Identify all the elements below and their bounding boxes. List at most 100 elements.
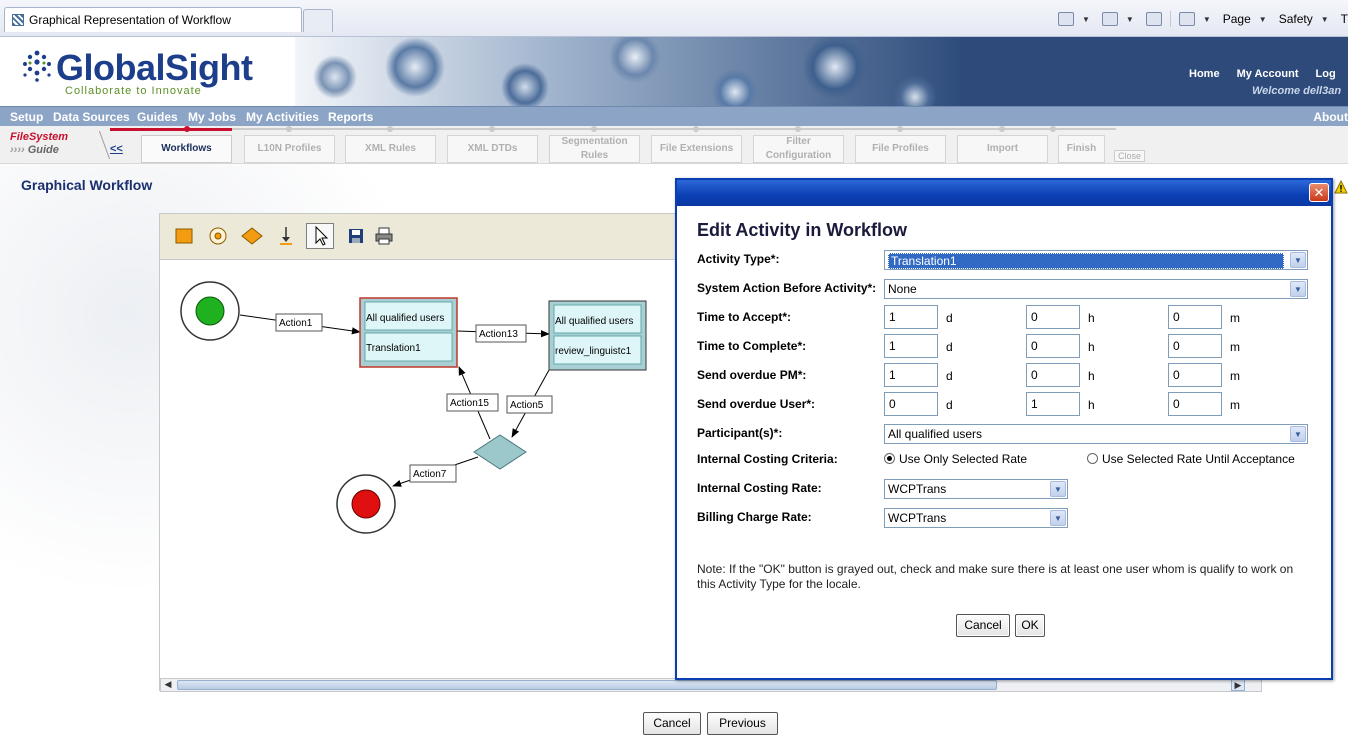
logo-tagline: Collaborate to Innovate (65, 85, 202, 97)
unit-days: d (946, 369, 953, 383)
radio-selected-label: Use Only Selected Rate (899, 452, 1028, 466)
overdue-pm-days-input[interactable]: 1 (884, 363, 938, 387)
unit-hours: h (1088, 340, 1095, 354)
edge-label-action1[interactable]: Action1 (279, 318, 313, 329)
logout-link[interactable]: Log (1316, 68, 1336, 80)
nav-reports[interactable]: Reports (328, 110, 373, 124)
edge-label-action5[interactable]: Action5 (510, 400, 544, 411)
scroll-thumb[interactable] (177, 680, 997, 690)
nav-setup[interactable]: Setup (10, 110, 43, 124)
overdue-user-hours-input[interactable]: 1 (1026, 392, 1080, 416)
time-to-complete-hours-input[interactable]: 0 (1026, 334, 1080, 358)
overdue-pm-minutes-input[interactable]: 0 (1168, 363, 1222, 387)
guide-step-filter-configuration[interactable]: Filter Configuration (753, 135, 844, 163)
chevron-down-icon[interactable]: ▼ (1290, 426, 1306, 442)
page-menu[interactable]: Page (1223, 12, 1251, 26)
guide-close-button[interactable]: Close (1114, 150, 1146, 162)
time-to-accept-days-input[interactable]: 1 (884, 305, 938, 329)
home-dropdown-icon[interactable]: ▼ (1082, 15, 1090, 24)
dialog-title: Edit Activity in Workflow (697, 220, 908, 240)
guide-step-workflows[interactable]: Workflows (141, 135, 232, 163)
system-action-select[interactable]: None ▼ (884, 279, 1308, 299)
home-icon[interactable] (1057, 12, 1074, 26)
radio-unselected-icon[interactable] (1087, 453, 1098, 464)
page-cancel-button[interactable]: Cancel (643, 712, 701, 735)
guide-step-xml-rules[interactable]: XML Rules (345, 135, 436, 163)
dialog-close-button[interactable]: ✕ (1309, 183, 1329, 202)
time-to-accept-hours-input[interactable]: 0 (1026, 305, 1080, 329)
workflow-canvas[interactable]: All qualified users Translation1 All qua… (160, 260, 678, 678)
participants-select[interactable]: All qualified users ▼ (884, 424, 1308, 444)
guide-step-segmentation-rules[interactable]: Segmentation Rules (549, 135, 640, 163)
nav-data-sources[interactable]: Data Sources (53, 110, 130, 124)
overdue-user-days-input[interactable]: 0 (884, 392, 938, 416)
dialog-ok-button[interactable]: OK (1015, 614, 1045, 637)
exit-node-tool[interactable] (272, 223, 300, 249)
chevron-down-icon[interactable]: ▼ (1050, 481, 1066, 497)
decision-node-tool[interactable] (238, 223, 266, 249)
nav-my-jobs[interactable]: My Jobs (188, 110, 236, 124)
pointer-tool[interactable] (306, 223, 334, 249)
time-to-accept-minutes-input[interactable]: 0 (1168, 305, 1222, 329)
workflow-horizontal-scrollbar[interactable]: ◀ ▶ (160, 678, 1262, 692)
app-header: GlobalSight Collaborate to Innovate Home… (0, 37, 1348, 106)
guide-step-file-profiles[interactable]: File Profiles (855, 135, 946, 163)
radio-selected-icon[interactable] (884, 453, 895, 464)
tools-menu[interactable]: T (1341, 12, 1348, 26)
chevron-down-icon[interactable]: ▼ (1050, 510, 1066, 526)
nav-my-activities[interactable]: My Activities (246, 110, 319, 124)
browser-tab-title: Graphical Representation of Workflow (29, 13, 231, 27)
edge-label-action7[interactable]: Action7 (413, 469, 447, 480)
billing-rate-select[interactable]: WCPTrans ▼ (884, 508, 1068, 528)
workflow-editor: All qualified users Translation1 All qua… (159, 213, 1262, 692)
condition-node-tool[interactable] (204, 223, 232, 249)
unit-hours: h (1088, 369, 1095, 383)
costing-rate-select[interactable]: WCPTrans ▼ (884, 479, 1068, 499)
dialog-cancel-button[interactable]: Cancel (956, 614, 1010, 637)
nav-about[interactable]: About (1313, 110, 1348, 124)
feeds-dropdown-icon[interactable]: ▼ (1126, 15, 1134, 24)
page-previous-button[interactable]: Previous (707, 712, 778, 735)
edge-label-action13[interactable]: Action13 (479, 329, 518, 340)
chevron-down-icon[interactable]: ▼ (1290, 252, 1306, 268)
browser-tab[interactable]: Graphical Representation of Workflow (4, 7, 302, 32)
guide-step-xml-dtds[interactable]: XML DTDs (447, 135, 538, 163)
radio-use-rate-until-acceptance[interactable]: Use Selected Rate Until Acceptance (1087, 452, 1295, 466)
overdue-pm-hours-input[interactable]: 0 (1026, 363, 1080, 387)
guide-step-file-extensions[interactable]: File Extensions (651, 135, 742, 163)
home-link[interactable]: Home (1189, 68, 1220, 80)
page-dropdown-icon[interactable]: ▼ (1259, 15, 1267, 24)
new-tab-button[interactable] (303, 9, 333, 32)
save-tool[interactable] (342, 223, 370, 249)
chevron-down-icon[interactable]: ▼ (1290, 281, 1306, 297)
activity1-name-text: Translation1 (366, 343, 421, 354)
overdue-user-label: Send overdue User*: (697, 397, 816, 411)
scroll-left-icon[interactable]: ◀ (161, 679, 175, 691)
guide-step-l10n-profiles[interactable]: L10N Profiles (244, 135, 335, 163)
guide-step-import[interactable]: Import (957, 135, 1048, 163)
scroll-right-icon[interactable]: ▶ (1231, 679, 1245, 691)
time-to-complete-label: Time to Complete*: (697, 339, 807, 353)
guide-step-finish[interactable]: Finish (1058, 135, 1105, 163)
overdue-user-minutes-input[interactable]: 0 (1168, 392, 1222, 416)
guide-dot-active (184, 126, 190, 132)
activity-type-select[interactable]: Translation1 ▼ (884, 250, 1308, 270)
time-to-complete-days-input[interactable]: 1 (884, 334, 938, 358)
guide-back-button[interactable]: << (110, 143, 123, 155)
print-tool[interactable] (370, 223, 398, 249)
radio-use-only-selected-rate[interactable]: Use Only Selected Rate (884, 452, 1027, 466)
print-dropdown-icon[interactable]: ▼ (1203, 15, 1211, 24)
mail-icon[interactable] (1145, 12, 1162, 26)
safety-dropdown-icon[interactable]: ▼ (1321, 15, 1329, 24)
workflow-toolbar (160, 214, 678, 260)
decision-node[interactable] (473, 434, 527, 470)
edge-label-action15[interactable]: Action15 (450, 398, 489, 409)
feeds-icon[interactable] (1101, 12, 1118, 26)
my-account-link[interactable]: My Account (1237, 68, 1299, 80)
dialog-titlebar[interactable]: ✕ (677, 180, 1331, 206)
time-to-complete-minutes-input[interactable]: 0 (1168, 334, 1222, 358)
safety-menu[interactable]: Safety (1279, 12, 1313, 26)
nav-guides[interactable]: Guides (137, 110, 178, 124)
activity-node-tool[interactable] (170, 223, 198, 249)
print-browser-icon[interactable] (1178, 12, 1195, 26)
